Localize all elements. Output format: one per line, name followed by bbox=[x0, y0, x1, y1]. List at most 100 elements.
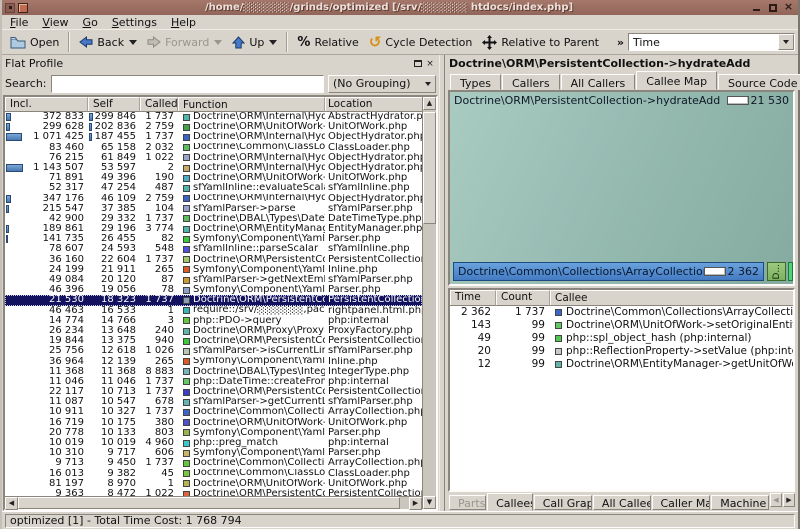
table-row[interactable]: 141 735 26 455 82 Symfony\Component\Yaml… bbox=[5, 234, 422, 244]
dock-close-button[interactable]: × bbox=[424, 58, 436, 70]
table-row[interactable]: 24 199 21 911 265 Symfony\Component\Yaml… bbox=[5, 265, 422, 275]
table-row[interactable]: 10 911 10 327 1 737 Doctrine\Common\Coll… bbox=[5, 407, 422, 417]
back-dropdown-icon[interactable] bbox=[129, 39, 138, 45]
column-header-function[interactable]: Function bbox=[178, 97, 325, 112]
relative-to-parent-button[interactable]: Relative to Parent bbox=[477, 33, 604, 52]
menu-view[interactable]: View bbox=[42, 16, 68, 29]
table-row[interactable]: 76 215 61 849 1 022 Doctrine\ORM\Interna… bbox=[5, 153, 422, 163]
scroll-left-button[interactable]: ◀ bbox=[5, 497, 18, 510]
tab-machine-c[interactable]: Machine C bbox=[711, 495, 769, 510]
table-row[interactable]: 347 176 46 109 2 759 Doctrine\ORM\Intern… bbox=[5, 194, 422, 204]
hscroll-track[interactable] bbox=[18, 497, 409, 509]
callee-map[interactable]: Doctrine\ORM\PersistentCollection->hydra… bbox=[448, 90, 795, 286]
column-header-self[interactable]: Self bbox=[88, 97, 140, 112]
vscroll-track[interactable] bbox=[423, 110, 436, 496]
column-header-callee[interactable]: Callee bbox=[550, 290, 793, 306]
table-row[interactable]: 78 607 24 593 548 sfYamlInline::parseSca… bbox=[5, 244, 422, 254]
table-row[interactable]: 36 160 22 604 1 737 Doctrine\ORM\Persist… bbox=[5, 255, 422, 265]
list-item[interactable]: 143 99 Doctrine\ORM\UnitOfWork->setOrigi… bbox=[450, 319, 793, 332]
event-type-combobox[interactable]: Time bbox=[628, 33, 795, 51]
table-row[interactable]: 1 071 425 187 455 1 737 Doctrine\ORM\Int… bbox=[5, 132, 422, 142]
vscroll-thumb[interactable] bbox=[423, 112, 436, 224]
table-row[interactable]: 42 900 29 332 1 737 Doctrine\DBAL\Types\… bbox=[5, 214, 422, 224]
grouping-combobox[interactable]: (No Grouping) bbox=[328, 74, 436, 93]
back-button[interactable]: Back bbox=[74, 34, 142, 51]
scroll-down-button[interactable]: ▼ bbox=[423, 496, 436, 509]
table-row[interactable]: 81 197 8 970 1 Doctrine\ORM\UnitOfWork-.… bbox=[5, 479, 422, 489]
table-row[interactable]: 26 234 13 648 240 Doctrine\ORM\Proxy\Pro… bbox=[5, 326, 422, 336]
list-item[interactable]: 49 99 php::spl_object_hash (php:internal… bbox=[450, 332, 793, 345]
up-dropdown-icon[interactable] bbox=[269, 39, 278, 45]
scroll-right-button[interactable]: ▶ bbox=[409, 497, 422, 510]
table-row[interactable]: 83 460 65 158 2 032 Doctrine\Common\Clas… bbox=[5, 143, 422, 153]
menu-file[interactable]: File bbox=[10, 16, 28, 29]
maximize-button[interactable] bbox=[766, 2, 779, 14]
map-child-strip[interactable] bbox=[788, 262, 793, 281]
up-button[interactable]: Up bbox=[227, 34, 282, 51]
table-row[interactable]: 299 628 202 836 2 759 Doctrine\ORM\UnitO… bbox=[5, 122, 422, 132]
tab-types[interactable]: Types bbox=[450, 74, 501, 90]
tab-callees[interactable]: Callees bbox=[487, 493, 533, 511]
tab-callee-map[interactable]: Callee Map bbox=[636, 71, 718, 90]
table-row[interactable]: 36 964 12 139 265 Symfony\Component\Yaml… bbox=[5, 357, 422, 367]
table-row[interactable]: 10 019 10 019 4 960 php::preg_match php:… bbox=[5, 438, 422, 448]
menu-settings[interactable]: Settings bbox=[112, 16, 157, 29]
list-item[interactable]: 20 99 php::ReflectionProperty->setValue … bbox=[450, 345, 793, 358]
table-row[interactable]: 1 143 507 53 597 2 Doctrine\ORM\Internal… bbox=[5, 163, 422, 173]
list-item[interactable]: 12 99 Doctrine\ORM\EntityManager->getUni… bbox=[450, 358, 793, 371]
menu-go[interactable]: Go bbox=[83, 16, 98, 29]
list-item[interactable]: 2 362 1 737 Doctrine\Common\Collections\… bbox=[450, 306, 793, 319]
table-row[interactable]: 9 363 8 472 1 022 Doctrine\ORM\Persisten… bbox=[5, 489, 422, 496]
table-row[interactable]: 16 719 10 175 380 Doctrine\ORM\UnitOfWor… bbox=[5, 418, 422, 428]
tab-all-callers[interactable]: All Callers bbox=[560, 74, 636, 90]
column-header-location[interactable]: Location bbox=[325, 97, 422, 112]
scroll-up-button[interactable]: ▲ bbox=[423, 97, 436, 110]
table-row[interactable]: 46 463 16 533 1 require::/srv/░░░░░░,pac… bbox=[5, 306, 422, 316]
cycle-detection-button[interactable]: ↺ Cycle Detection bbox=[364, 34, 478, 51]
menu-help[interactable]: Help bbox=[171, 16, 196, 29]
dock-float-button[interactable] bbox=[412, 58, 424, 70]
map-child-arraycollection-add[interactable]: Doctrine\Common\Collections\ArrayCollect… bbox=[453, 262, 764, 281]
table-row[interactable]: 52 317 47 254 487 sfYamlInline::evaluate… bbox=[5, 183, 422, 193]
grouping-dropdown-button[interactable] bbox=[421, 76, 435, 92]
tab-callers[interactable]: Callers bbox=[502, 74, 560, 90]
table-row[interactable]: 16 013 9 382 45 Doctrine\Common\ClassLoa… bbox=[5, 469, 422, 479]
tab-all-callees[interactable]: All Callees bbox=[592, 495, 651, 510]
tab-scroll-right-button[interactable]: ▶ bbox=[783, 493, 795, 507]
table-row[interactable]: 20 778 10 133 803 Symfony\Component\Yaml… bbox=[5, 428, 422, 438]
forward-dropdown-icon[interactable] bbox=[214, 39, 223, 45]
table-row[interactable]: 46 396 19 056 78 Symfony\Component\Yaml\… bbox=[5, 285, 422, 295]
horizontal-scrollbar[interactable]: ◀ ▶ bbox=[5, 496, 422, 510]
table-row[interactable]: 49 084 20 120 87 sfYamlParser->getNextEm… bbox=[5, 275, 422, 285]
toolbar-overflow-chevron[interactable]: » bbox=[617, 36, 624, 49]
relative-toggle-button[interactable]: % Relative bbox=[292, 33, 363, 52]
window-menu-button[interactable] bbox=[5, 2, 15, 13]
table-row[interactable]: 25 756 12 618 1 026 sfYamlParser->isCurr… bbox=[5, 346, 422, 356]
table-row[interactable]: 11 046 11 046 1 737 php::DateTime::creat… bbox=[5, 377, 422, 387]
table-row[interactable]: 14 774 14 766 3 php::PDO->query php:inte… bbox=[5, 316, 422, 326]
search-input[interactable] bbox=[50, 74, 324, 93]
table-row-selected[interactable]: 21 530 18 323 1 737 Doctrine\ORM\Persist… bbox=[5, 295, 422, 306]
close-button[interactable]: × bbox=[782, 1, 795, 14]
tab-caller-map[interactable]: Caller Map bbox=[651, 495, 711, 510]
tab-parts[interactable]: Parts bbox=[449, 495, 487, 510]
table-row[interactable]: 372 833 299 846 1 737 Doctrine\ORM\Inter… bbox=[5, 112, 422, 122]
table-row[interactable]: 189 861 29 196 3 774 Doctrine\ORM\Entity… bbox=[5, 224, 422, 234]
table-row[interactable]: 19 844 13 375 940 Doctrine\ORM\Persisten… bbox=[5, 336, 422, 346]
open-button[interactable]: Open bbox=[5, 34, 64, 51]
column-header-incl[interactable]: Incl. bbox=[5, 97, 88, 112]
tab-scroll-left-button[interactable]: ◀ bbox=[770, 493, 782, 507]
minimize-button[interactable] bbox=[750, 2, 763, 14]
table-row[interactable]: 10 310 9 717 606 Symfony\Component\Yaml\… bbox=[5, 448, 422, 458]
column-header-count[interactable]: Count bbox=[496, 290, 550, 306]
table-row[interactable]: 11 087 10 547 678 sfYamlParser->getCurre… bbox=[5, 397, 422, 407]
column-header-called[interactable]: Called bbox=[140, 97, 178, 112]
table-row[interactable]: 71 891 49 396 190 Doctrine\ORM\UnitOfWor… bbox=[5, 173, 422, 183]
table-row[interactable]: 215 547 37 385 104 sfYamlParser->parse s… bbox=[5, 204, 422, 214]
table-row[interactable]: 22 117 10 713 1 737 Doctrine\ORM\Persist… bbox=[5, 387, 422, 397]
tab-source-code[interactable]: Source Code bbox=[718, 74, 800, 90]
map-child-small[interactable]: D... bbox=[767, 262, 786, 281]
table-row[interactable]: 11 368 11 368 8 883 Doctrine\DBAL\Types\… bbox=[5, 367, 422, 377]
table-row[interactable]: 9 713 9 450 1 737 Doctrine\Common\Collec… bbox=[5, 458, 422, 468]
column-header-time[interactable]: Time bbox=[450, 290, 496, 306]
